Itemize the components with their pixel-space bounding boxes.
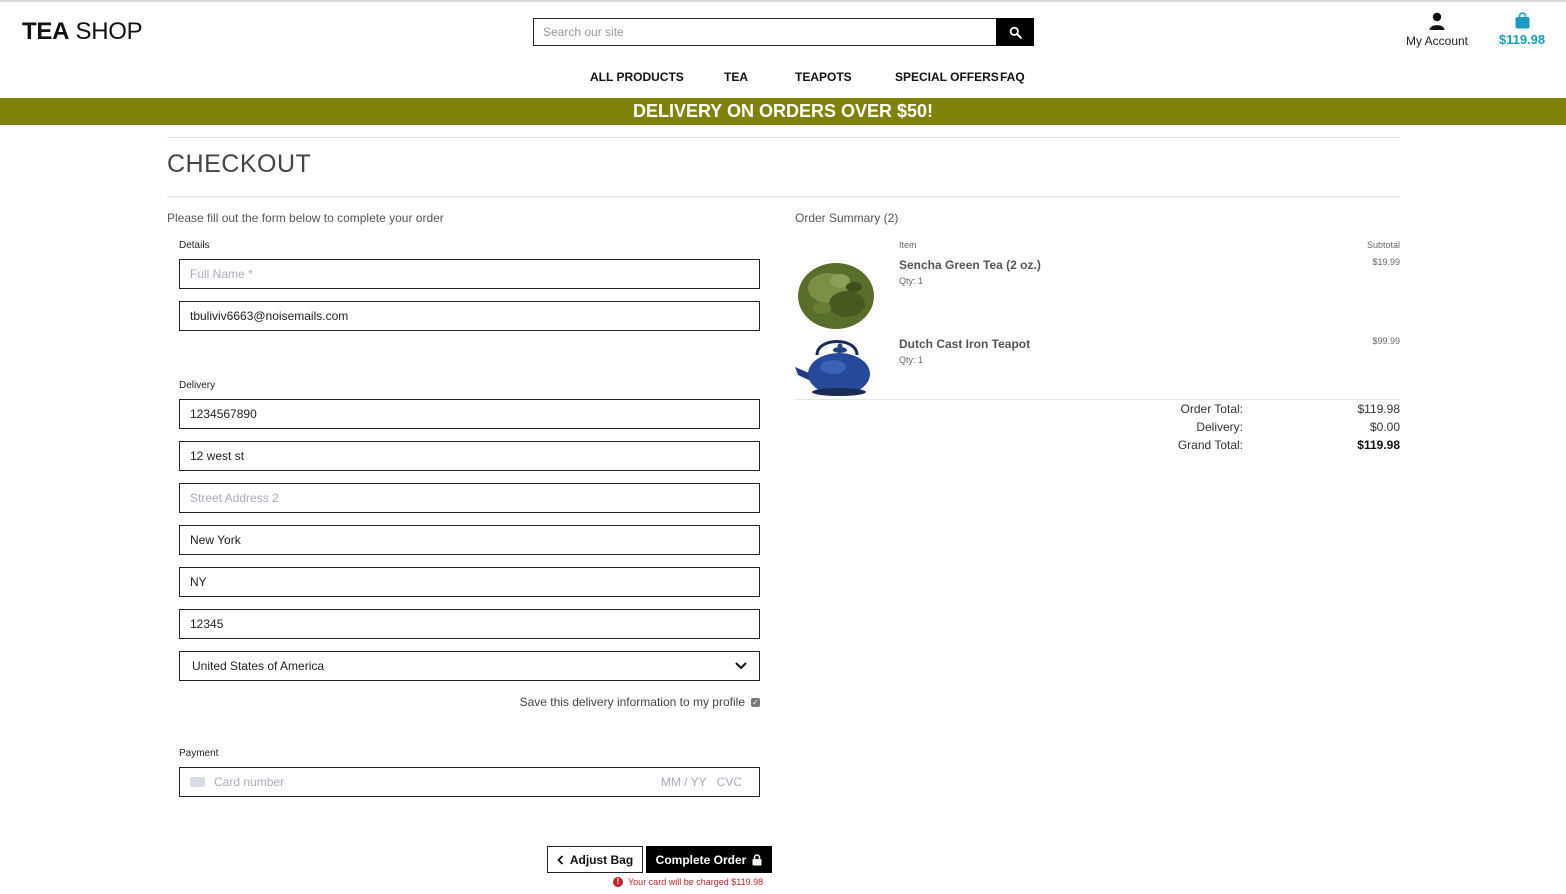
item-column-header: Item — [899, 240, 917, 250]
complete-order-button[interactable]: Complete Order — [646, 846, 772, 873]
user-icon — [1429, 12, 1445, 30]
grand-total-label: Grand Total: — [1177, 438, 1243, 452]
item-qty-teapot: Qty: 1 — [899, 355, 924, 365]
my-account-label: My Account — [1405, 34, 1469, 48]
card-number-placeholder: Card number — [214, 775, 285, 789]
nav-teapots[interactable]: TEAPOTS — [795, 70, 852, 84]
adjust-bag-label: Adjust Bag — [569, 852, 634, 867]
search-form — [533, 18, 1034, 46]
charge-warning: ! Your card will be charged $119.98 — [613, 877, 763, 887]
logo-rest-text: SHOP — [75, 18, 143, 45]
card-cvc-placeholder: CVC — [716, 775, 742, 789]
county-state-field[interactable] — [179, 567, 760, 597]
shopping-bag-link[interactable]: $119.98 — [1492, 12, 1552, 47]
phone-number-field[interactable] — [179, 399, 760, 429]
card-expiry-placeholder: MM / YY — [660, 775, 707, 789]
country-select[interactable]: United States of America — [179, 651, 760, 681]
delivery-cost-label: Delivery: — [1196, 420, 1243, 434]
save-info-row: Save this delivery information to my pro… — [520, 695, 760, 709]
complete-order-label: Complete Order — [655, 852, 747, 867]
summary-divider — [795, 399, 1400, 400]
nav-tea[interactable]: TEA — [724, 70, 748, 84]
delivery-banner: DELIVERY ON ORDERS OVER $50! — [0, 98, 1566, 125]
top-border — [0, 0, 1566, 2]
email-field[interactable] — [179, 301, 760, 331]
adjust-bag-button[interactable]: Adjust Bag — [547, 846, 643, 873]
street-address-1-field[interactable] — [179, 441, 760, 471]
details-label: Details — [179, 240, 210, 251]
order-summary-heading: Order Summary (2) — [795, 211, 899, 225]
order-total-value: $119.98 — [1357, 402, 1401, 416]
item-name-sencha[interactable]: Sencha Green Tea (2 oz.) — [899, 258, 1041, 272]
charge-warning-text: Your card will be charged $119.98 — [628, 877, 764, 887]
postcode-field[interactable] — [179, 609, 760, 639]
search-icon — [1009, 26, 1022, 39]
search-button[interactable] — [996, 18, 1034, 46]
save-info-label: Save this delivery information to my pro… — [519, 695, 745, 709]
full-name-field[interactable] — [179, 259, 760, 289]
item-subtotal-teapot: $99.99 — [1372, 336, 1400, 346]
search-input[interactable] — [533, 18, 996, 46]
sencha-tea-image[interactable] — [795, 254, 877, 332]
form-intro: Please fill out the form below to comple… — [167, 211, 444, 225]
item-name-teapot[interactable]: Dutch Cast Iron Teapot — [899, 337, 1030, 351]
divider-title — [167, 196, 1400, 197]
my-account-link[interactable]: My Account — [1398, 12, 1476, 48]
item-qty-sencha: Qty: 1 — [899, 276, 924, 286]
delivery-label: Delivery — [179, 380, 216, 391]
credit-card-icon — [190, 777, 205, 787]
item-subtotal-sencha: $19.99 — [1372, 257, 1400, 267]
nav-faq[interactable]: FAQ — [1000, 70, 1025, 84]
payment-label: Payment — [179, 748, 219, 759]
chevron-down-icon — [735, 662, 747, 670]
card-number-field[interactable]: Card number MM / YY CVC — [179, 767, 760, 797]
grand-total-value: $119.98 — [1357, 438, 1400, 452]
order-total-label: Order Total: — [1180, 402, 1243, 416]
divider-top — [167, 137, 1400, 138]
logo-bold-text: TEA — [22, 18, 70, 45]
nav-special-offers[interactable]: SPECIAL OFFERS — [895, 70, 999, 84]
save-info-checkbox[interactable]: ✓ — [751, 697, 760, 707]
subtotal-column-header: Subtotal — [1366, 240, 1400, 250]
page-title: CHECKOUT — [167, 150, 312, 178]
shop-logo[interactable]: TEA SHOP — [22, 18, 143, 46]
country-selected-value: United States of America — [192, 659, 325, 673]
cast-iron-teapot-image[interactable] — [795, 333, 877, 397]
delivery-cost-value: $0.00 — [1369, 420, 1400, 434]
shopping-bag-icon — [1515, 12, 1529, 29]
exclamation-circle-icon: ! — [613, 877, 623, 887]
bag-total: $119.98 — [1498, 32, 1546, 47]
lock-icon — [752, 853, 762, 865]
nav-all-products[interactable]: ALL PRODUCTS — [590, 70, 684, 84]
street-address-2-field[interactable] — [179, 483, 760, 513]
chevron-left-icon — [557, 854, 563, 865]
town-city-field[interactable] — [179, 525, 760, 555]
